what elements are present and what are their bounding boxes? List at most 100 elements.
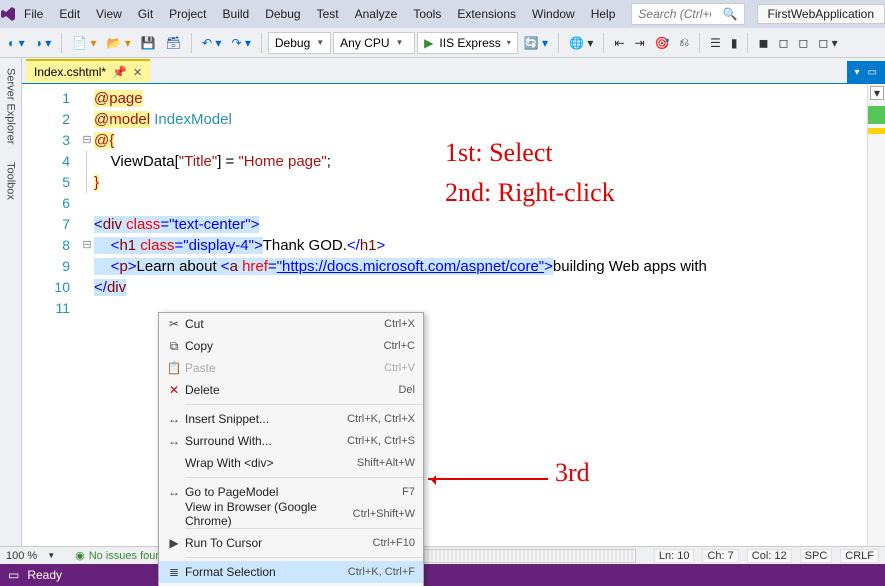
targets-button[interactable]: 🎯 [651,34,674,52]
line-number: 5 [22,172,70,193]
misc-button-1[interactable]: ◻ [774,34,792,52]
menu-view[interactable]: View [88,3,130,25]
menu-bar: FileEditViewGitProjectBuildDebugTestAnal… [0,0,885,28]
context-menu[interactable]: ✂CutCtrl+X⧉CopyCtrl+C📋PasteCtrl+V✕Delete… [158,312,424,586]
code-editor[interactable]: 1234567891011 ⊟ ⊟ @page @model IndexMode… [22,84,885,546]
file-tab-label: Index.cshtml* [34,65,106,79]
menu-extensions[interactable]: Extensions [449,3,524,25]
config-dropdown[interactable]: Debug▼ [268,32,331,54]
new-project-button[interactable]: 📄 ▾ [68,34,100,52]
chevron-down-icon[interactable]: ▾ [855,67,860,78]
quick-search[interactable]: 🔍 [631,3,744,25]
context-item-icon: ↔ [163,485,185,499]
context-item-icon: ≣ [163,565,185,579]
context-item-label: Paste [185,361,384,375]
context-item-delete[interactable]: ✕DeleteDel [159,379,423,401]
toolbox-tab[interactable]: Toolbox [5,162,17,200]
status-icon: ▭ [8,568,19,582]
open-file-button[interactable]: 📂 ▾ [103,34,135,52]
context-item-label: Delete [185,383,398,397]
context-item-shortcut: F7 [402,486,415,498]
context-item-run-to-cursor[interactable]: ▶Run To CursorCtrl+F10 [159,532,423,554]
text-wrap-button[interactable]: ☰ [706,34,725,52]
line-number: 10 [22,277,70,298]
context-item-label: Format Selection [185,565,348,579]
context-item-label: Copy [185,339,384,353]
context-separator [185,557,423,558]
side-tabs: Server Explorer Toolbox [0,58,22,546]
context-item-shortcut: Ctrl+V [384,362,415,374]
menu-project[interactable]: Project [161,3,214,25]
context-item-label: View in Browser (Google Chrome) [185,500,353,528]
split-icon[interactable]: ▾ [870,86,884,100]
context-separator [185,404,423,405]
fold-column[interactable]: ⊟ ⊟ [80,84,94,546]
line-number: 8 [22,235,70,256]
search-input[interactable] [632,7,716,21]
context-item-shortcut: Ctrl+X [384,318,415,330]
context-item-surround-with[interactable]: ↔Surround With...Ctrl+K, Ctrl+S [159,430,423,452]
context-item-shortcut: Ctrl+Shift+W [353,508,415,520]
line-number-gutter: 1234567891011 [22,84,80,546]
context-item-shortcut: Ctrl+K, Ctrl+X [347,413,415,425]
menu-edit[interactable]: Edit [51,3,88,25]
platform-dropdown[interactable]: Any CPU▼ [333,32,415,54]
indent-more-button[interactable]: ⇥ [630,34,648,52]
menu-git[interactable]: Git [130,3,161,25]
issues-indicator[interactable]: ◉No issues found [75,549,168,562]
status-text: Ready [27,568,62,582]
context-item-cut[interactable]: ✂CutCtrl+X [159,313,423,335]
context-separator [185,528,423,529]
menu-window[interactable]: Window [524,3,583,25]
forward-button[interactable]: ◑ ▾ [31,34,56,52]
context-item-icon: ✕ [163,383,185,397]
refresh-button[interactable]: 🔄 ▾ [520,34,552,52]
menu-debug[interactable]: Debug [257,3,308,25]
zoom-level[interactable]: 100 % [6,550,37,562]
save-all-button[interactable]: 🗃 [162,34,185,52]
right-scroll-rail[interactable]: ▾ [867,84,885,546]
back-button[interactable]: ◐ ▾ [4,34,29,52]
window-max-icon[interactable]: ▭ [868,67,877,78]
spaces-indicator[interactable]: SPC [800,549,833,563]
search-icon: 🔍 [717,7,744,21]
misc-button-2[interactable]: ◻ [794,34,812,52]
bookmark-button[interactable]: ◼ [754,34,772,52]
server-explorer-tab[interactable]: Server Explorer [5,68,17,144]
menu-help[interactable]: Help [583,3,624,25]
zoom-chevron-icon[interactable]: ▼ [47,551,55,560]
undo-button[interactable]: ↶ ▾ [198,34,225,52]
browser-link-button[interactable]: 🌐 ▾ [565,34,597,52]
menu-tools[interactable]: Tools [405,3,449,25]
run-button[interactable]: ▶IIS Express▾ [417,32,518,54]
uncomment-button[interactable]: ⎌ [675,33,693,52]
context-item-label: Insert Snippet... [185,412,347,426]
arrow-annotation [428,478,548,480]
context-item-format-selection[interactable]: ≣Format SelectionCtrl+K, Ctrl+F [159,561,423,583]
line-ending-indicator[interactable]: CRLF [840,549,879,563]
context-item-icon: ↔ [163,412,185,426]
line-indicator: Ln: 10 [654,549,695,563]
solution-name[interactable]: FirstWebApplication [757,4,885,24]
context-item-insert-snippet[interactable]: ↔Insert Snippet...Ctrl+K, Ctrl+X [159,408,423,430]
menu-analyze[interactable]: Analyze [347,3,406,25]
file-tab-index[interactable]: Index.cshtml* 📌 ✕ [26,59,150,83]
context-item-paste: 📋PasteCtrl+V [159,357,423,379]
context-item-label: Go to PageModel [185,485,402,499]
line-number: 11 [22,298,70,319]
close-icon[interactable]: ✕ [133,66,142,79]
save-button[interactable]: 💾 [137,34,160,52]
indent-less-button[interactable]: ⇤ [610,34,628,52]
redo-button[interactable]: ↷ ▾ [227,34,254,52]
context-item-view-in-browser-google-chrome[interactable]: View in Browser (Google Chrome)Ctrl+Shif… [159,503,423,525]
menu-build[interactable]: Build [215,3,258,25]
tab-strip: Index.cshtml* 📌 ✕ ▾ ▭ [22,58,885,84]
pin-icon[interactable]: 📌 [112,65,127,79]
context-item-wrap-with-div[interactable]: Wrap With <div>Shift+Alt+W [159,452,423,474]
misc-button-3[interactable]: ◻ ▾ [814,34,841,52]
menu-file[interactable]: File [16,3,51,25]
menu-test[interactable]: Test [309,3,347,25]
comment-button[interactable]: ▮ [727,34,742,52]
context-item-copy[interactable]: ⧉CopyCtrl+C [159,335,423,357]
context-item-icon: ✂ [163,317,185,331]
